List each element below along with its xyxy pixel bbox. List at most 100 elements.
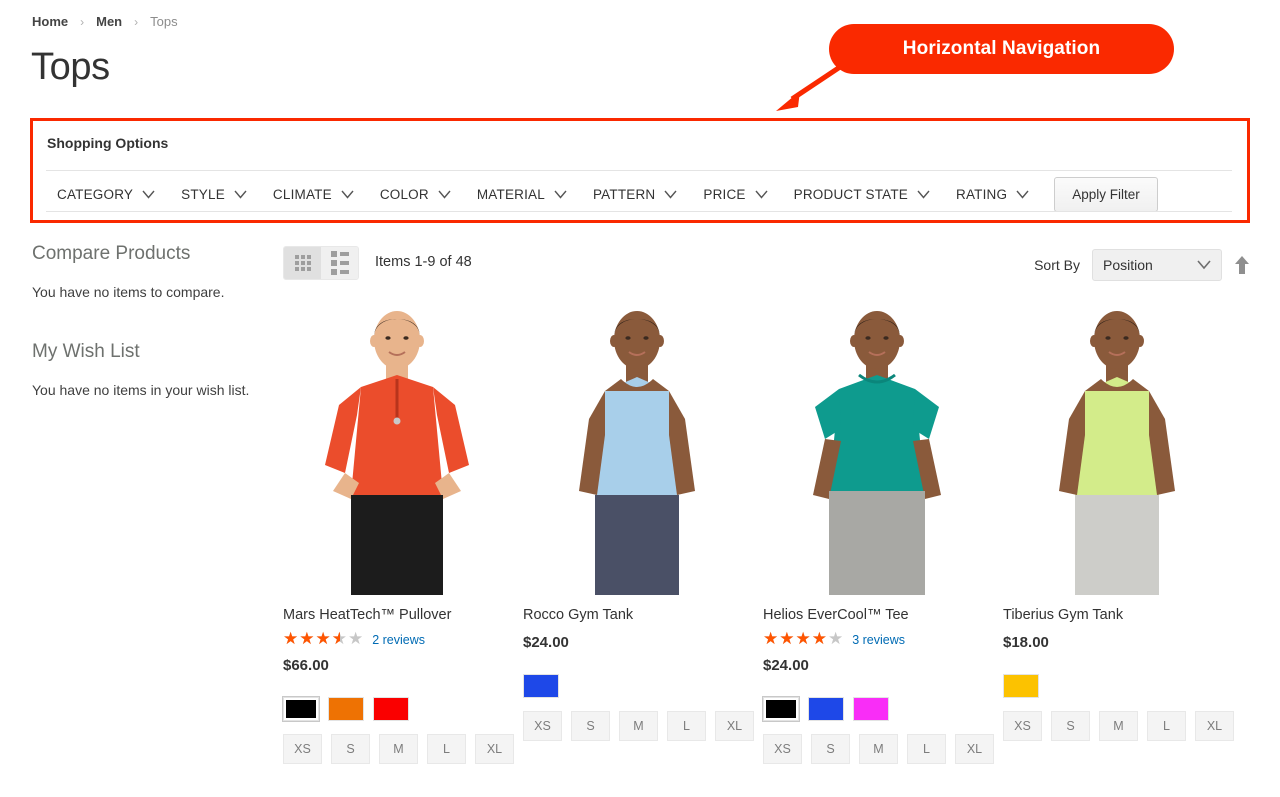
filter-pattern[interactable]: PATTERN xyxy=(580,181,690,208)
breadcrumb-item-home[interactable]: Home xyxy=(32,14,68,29)
product-name[interactable]: Rocco Gym Tank xyxy=(523,607,763,623)
product-name[interactable]: Tiberius Gym Tank xyxy=(1003,607,1243,623)
product-card[interactable]: Tiberius Gym Tank $18.00 XS S M L XL xyxy=(1003,295,1243,764)
sidebar-block-my-wish-list: My Wish List You have no items in your wi… xyxy=(32,341,262,401)
shopping-options-title: Shopping Options xyxy=(47,135,169,151)
product-image[interactable] xyxy=(763,295,989,595)
color-swatches xyxy=(282,696,523,722)
size-option-xl[interactable]: XL xyxy=(715,711,754,741)
size-option-m[interactable]: M xyxy=(859,734,898,764)
size-option-l[interactable]: L xyxy=(1147,711,1186,741)
filter-label: CLIMATE xyxy=(272,187,332,202)
callout-label: Horizontal Navigation xyxy=(902,38,1101,59)
size-option-xl[interactable]: XL xyxy=(475,734,514,764)
color-swatch[interactable] xyxy=(1003,674,1039,698)
filter-material[interactable]: MATERIAL xyxy=(464,181,580,208)
page-title: Tops xyxy=(31,46,110,88)
size-options: XS S M L XL xyxy=(283,734,523,764)
view-mode-toggle[interactable] xyxy=(283,246,359,280)
filter-product-state[interactable]: PRODUCT STATE xyxy=(781,181,943,208)
size-option-l[interactable]: L xyxy=(667,711,706,741)
product-rating: ★★★★★★★★★★ 2 reviews xyxy=(283,631,523,648)
shopping-options-panel: Shopping Options CATEGORY STYLE CLIMATE COL… xyxy=(30,118,1250,223)
size-option-m[interactable]: M xyxy=(1099,711,1138,741)
sidebar-block-text: You have no items to compare. xyxy=(32,284,225,300)
color-swatch[interactable] xyxy=(762,696,800,722)
color-swatches xyxy=(762,696,1003,722)
color-swatch[interactable] xyxy=(373,697,409,721)
product-card[interactable]: Helios EverCool™ Tee ★★★★★★★★★★ 3 reviews $… xyxy=(762,295,1003,764)
size-option-xs[interactable]: XS xyxy=(763,734,802,764)
category-page: Home › Men › Tops Tops Horizontal Navigation… xyxy=(0,0,1280,797)
star-rating-icon: ★★★★★★★★★★ xyxy=(283,629,365,649)
color-swatch[interactable] xyxy=(282,696,320,722)
filter-style[interactable]: STYLE xyxy=(168,181,260,208)
product-price: $18.00 xyxy=(1003,634,1049,651)
color-swatches xyxy=(523,674,763,698)
product-image[interactable] xyxy=(1003,295,1229,595)
filter-label: COLOR xyxy=(379,187,429,202)
panel-divider-top xyxy=(46,170,1232,171)
apply-filter-button[interactable]: Apply Filter xyxy=(1054,177,1158,212)
filter-climate[interactable]: CLIMATE xyxy=(260,181,367,208)
sort-direction-ascending-icon[interactable] xyxy=(1234,255,1250,275)
chevron-down-icon xyxy=(234,190,247,199)
filter-label: PATTERN xyxy=(592,187,656,202)
filter-list: CATEGORY STYLE CLIMATE COLOR MATERIAL PATTERN… xyxy=(44,177,1158,212)
reviews-link[interactable]: 2 reviews xyxy=(372,633,425,647)
filter-price[interactable]: PRICE xyxy=(690,181,780,208)
sidebar-block-title: My Wish List xyxy=(32,340,140,362)
color-swatch[interactable] xyxy=(328,697,364,721)
size-option-s[interactable]: S xyxy=(1051,711,1090,741)
product-card[interactable]: Rocco Gym Tank $24.00 XS S M L XL xyxy=(523,295,763,764)
chevron-down-icon xyxy=(142,190,155,199)
size-option-s[interactable]: S xyxy=(331,734,370,764)
filter-label: MATERIAL xyxy=(476,187,545,202)
product-model-photo xyxy=(1059,311,1175,595)
filter-color[interactable]: COLOR xyxy=(367,181,464,208)
filter-category[interactable]: CATEGORY xyxy=(44,181,168,208)
size-option-xl[interactable]: XL xyxy=(1195,711,1234,741)
color-swatch[interactable] xyxy=(523,674,559,698)
size-option-s[interactable]: S xyxy=(811,734,850,764)
size-option-m[interactable]: M xyxy=(379,734,418,764)
sort-by-label: Sort By xyxy=(1034,257,1080,273)
breadcrumb-item-men[interactable]: Men xyxy=(96,14,122,29)
product-image[interactable] xyxy=(283,295,509,595)
size-option-s[interactable]: S xyxy=(571,711,610,741)
filter-rating[interactable]: RATING xyxy=(943,181,1042,208)
size-option-xs[interactable]: XS xyxy=(1003,711,1042,741)
product-image[interactable] xyxy=(523,295,749,595)
chevron-down-icon xyxy=(755,190,768,199)
sidebar-block-title: Compare Products xyxy=(32,243,191,264)
sidebar-block-compare-products: Compare Products You have no items to com… xyxy=(32,243,262,303)
product-price: $24.00 xyxy=(523,634,569,651)
color-swatch[interactable] xyxy=(808,697,844,721)
list-view-button[interactable] xyxy=(321,247,358,279)
product-grid: Mars HeatTech™ Pullover ★★★★★★★★★★ 2 revie… xyxy=(282,295,1250,764)
product-card[interactable]: Mars HeatTech™ Pullover ★★★★★★★★★★ 2 revie… xyxy=(282,295,523,764)
grid-view-button[interactable] xyxy=(284,247,321,279)
product-name[interactable]: Mars HeatTech™ Pullover xyxy=(283,607,523,623)
product-name[interactable]: Helios EverCool™ Tee xyxy=(763,607,1003,623)
sidebar-block-text: You have no items in your wish list. xyxy=(32,381,250,398)
size-option-m[interactable]: M xyxy=(619,711,658,741)
sidebar: Compare Products You have no items to com… xyxy=(32,243,262,438)
sort-by-select[interactable]: Position xyxy=(1092,249,1222,281)
size-option-l[interactable]: L xyxy=(907,734,946,764)
size-option-xs[interactable]: XS xyxy=(523,711,562,741)
size-option-xl[interactable]: XL xyxy=(955,734,994,764)
product-toolbar: Items 1-9 of 48 Sort By Position xyxy=(283,243,1250,283)
color-swatches xyxy=(1003,674,1243,698)
rating-spacer xyxy=(1003,623,1243,625)
breadcrumb-separator: › xyxy=(134,14,139,29)
chevron-down-icon xyxy=(1016,190,1029,199)
color-swatch[interactable] xyxy=(853,697,889,721)
reviews-link[interactable]: 3 reviews xyxy=(852,633,905,647)
size-option-l[interactable]: L xyxy=(427,734,466,764)
sort-by-value: Position xyxy=(1103,257,1153,273)
size-option-xs[interactable]: XS xyxy=(283,734,322,764)
size-options: XS S M L XL xyxy=(763,734,1003,764)
star-rating-icon: ★★★★★★★★★★ xyxy=(763,629,845,649)
product-price: $24.00 xyxy=(763,657,809,674)
